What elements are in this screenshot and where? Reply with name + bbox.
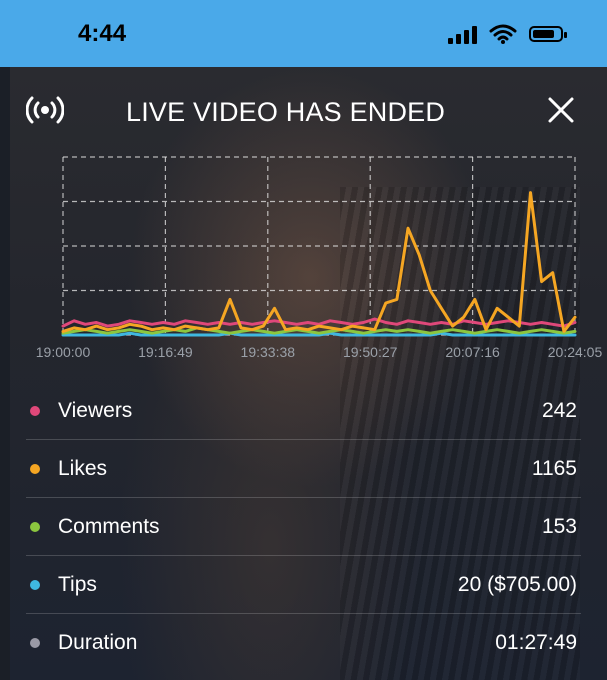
x-tick-label: 19:50:27 [343,344,398,360]
legend-dot [30,637,40,648]
series-line-comments [61,326,577,335]
stat-row-comments: Comments 153 [26,498,581,556]
x-tick-label: 19:00:00 [36,344,91,360]
legend-dot [30,463,40,474]
stat-label: Likes [58,456,108,480]
stat-value: 1165 [531,456,577,480]
battery-icon [529,26,567,42]
x-tick-label: 19:16:49 [138,344,193,360]
stat-row-likes: Likes 1165 [26,440,581,498]
stat-value: 20 ($705.00) [457,572,577,596]
cellular-signal-icon [448,24,477,44]
live-ended-panel: LIVE VIDEO HAS ENDED 19:00:00 19:16:49 19:… [10,67,607,680]
stat-value: 153 [541,514,577,538]
x-tick-label: 20:07:16 [445,344,500,360]
x-tick-label: 20:24:05 [548,344,603,360]
legend-dot [30,579,40,590]
wifi-icon [489,24,517,44]
x-tick-label: 19:33:38 [241,344,296,360]
stat-row-duration: Duration 01:27:49 [26,614,581,671]
stat-row-tips: Tips 20 ($705.00) [26,556,581,614]
status-bar: 4:44 [0,0,607,67]
stat-label: Tips [58,572,97,596]
stats-line-chart: 19:00:00 19:16:49 19:33:38 19:50:27 20:07:16… [36,156,603,360]
stat-label: Viewers [58,398,133,422]
stat-value: 242 [541,398,577,422]
live-broadcast-icon [26,96,64,124]
panel-header: LIVE VIDEO HAS ENDED [10,67,607,157]
legend-dot [30,405,40,416]
page-title: LIVE VIDEO HAS ENDED [126,97,446,127]
series-line-likes [61,191,577,333]
stat-label: Duration [58,630,138,654]
stat-row-viewers: Viewers 242 [26,382,581,440]
stat-label: Comments [58,514,160,538]
close-icon[interactable] [546,95,576,125]
legend-dot [30,521,40,532]
stats-list: Viewers 242 Likes 1165 Comments 153 Tips 20 ($7… [26,382,581,671]
status-icons [448,24,567,44]
stat-value: 01:27:49 [495,630,577,654]
status-time: 4:44 [78,20,127,47]
